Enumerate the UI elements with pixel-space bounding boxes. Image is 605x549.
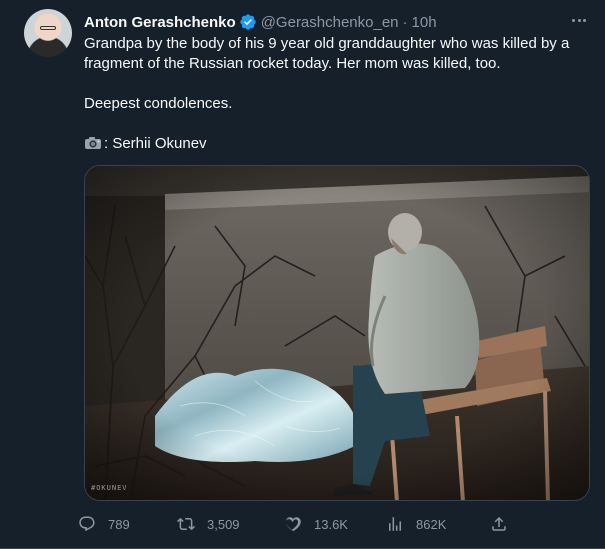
tweet-text-line: Grandpa by the body of his 9 year old gr… bbox=[84, 35, 570, 52]
tweet-text: Grandpa by the body of his 9 year old gr… bbox=[84, 34, 594, 154]
tweet-header: Anton Gerashchenko @Gerashchenko_en · 10… bbox=[84, 12, 437, 32]
author-name[interactable]: Anton Gerashchenko bbox=[84, 14, 236, 31]
reply-icon bbox=[79, 516, 95, 532]
retweet-icon bbox=[177, 517, 195, 531]
photo-credit-line: : Serhii Okunev bbox=[84, 134, 594, 154]
tweet-text-blank bbox=[84, 74, 594, 94]
photo-watermark: #OKUNEV bbox=[91, 484, 128, 492]
tweet-photo[interactable]: #OKUNEV bbox=[84, 165, 590, 501]
avatar[interactable] bbox=[24, 9, 72, 57]
analytics-icon bbox=[389, 517, 401, 531]
header-separator: · bbox=[402, 13, 408, 31]
tweet-text-line: Deepest condolences. bbox=[84, 95, 233, 112]
retweet-button[interactable]: 3,509 bbox=[177, 510, 240, 538]
share-icon bbox=[492, 516, 506, 531]
share-button[interactable] bbox=[490, 510, 520, 538]
tweet[interactable]: Anton Gerashchenko @Gerashchenko_en · 10… bbox=[0, 0, 605, 549]
author-handle[interactable]: @Gerashchenko_en bbox=[261, 14, 399, 31]
tweet-timestamp[interactable]: 10h bbox=[412, 14, 437, 31]
more-icon[interactable] bbox=[568, 10, 590, 30]
heart-icon bbox=[285, 517, 301, 532]
verified-badge-icon bbox=[240, 14, 256, 30]
tweet-text-line: fragment of the Russian rocket today. He… bbox=[84, 55, 501, 72]
avatar-glasses bbox=[40, 26, 56, 30]
retweet-count: 3,509 bbox=[207, 516, 240, 532]
camera-icon bbox=[85, 137, 101, 149]
reply-button[interactable]: 789 bbox=[78, 510, 130, 538]
reply-count: 789 bbox=[108, 516, 130, 532]
views-count: 862K bbox=[416, 516, 447, 532]
like-button[interactable]: 13.6K bbox=[284, 510, 348, 538]
action-bar: 789 3,509 13.6K 862K bbox=[78, 510, 598, 538]
tweet-text-blank bbox=[84, 114, 594, 134]
photo-credit: : Serhii Okunev bbox=[104, 135, 207, 152]
like-count: 13.6K bbox=[314, 516, 348, 532]
views-button[interactable]: 862K bbox=[386, 510, 446, 538]
photo-image bbox=[85, 166, 589, 500]
